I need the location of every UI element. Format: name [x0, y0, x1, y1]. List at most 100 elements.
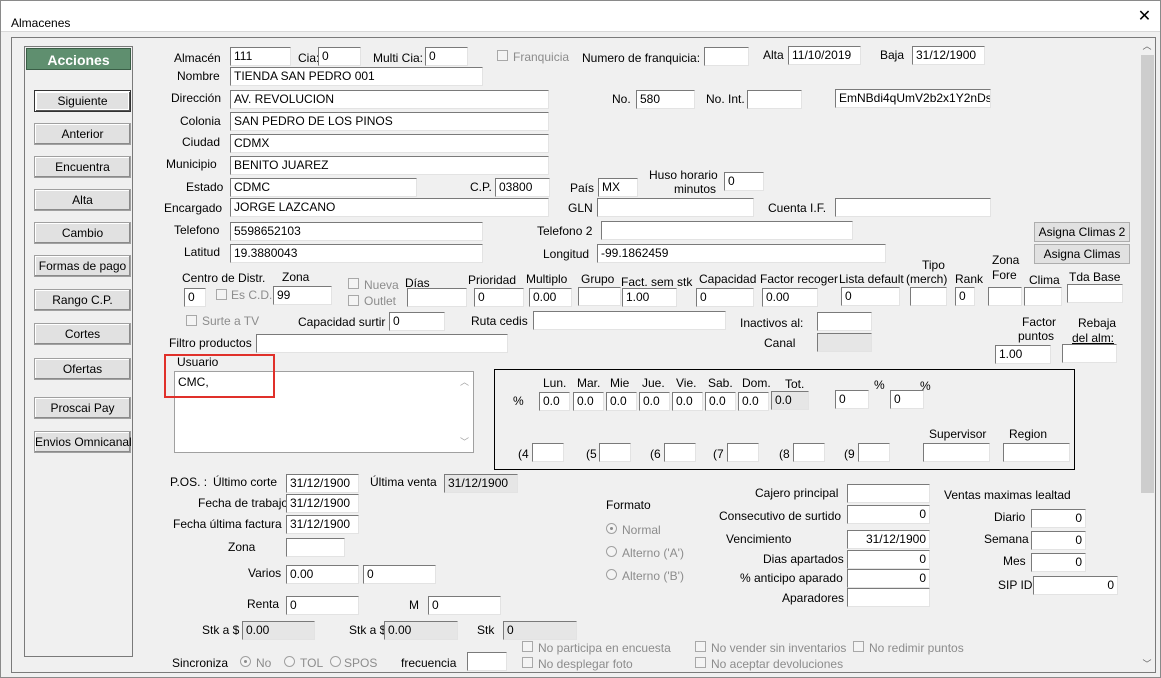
cia-field[interactable]: 0	[318, 47, 361, 66]
multiplo-field[interactable]: 0.00	[529, 288, 572, 307]
no-aceptar-checkbox[interactable]	[695, 657, 706, 668]
rebaja-field[interactable]	[1062, 344, 1117, 363]
m-field[interactable]: 0	[428, 596, 501, 615]
factor-puntos-field[interactable]: 1.00	[995, 345, 1051, 364]
formato-alterno-a-radio[interactable]	[606, 546, 617, 557]
cajero-field[interactable]	[847, 484, 930, 503]
anterior-button[interactable]: Anterior	[34, 123, 131, 145]
zona-field[interactable]: 99	[273, 286, 332, 305]
encuentra-button[interactable]: Encuentra	[34, 156, 131, 178]
alta-field[interactable]: 11/10/2019	[788, 46, 861, 65]
ruta-cedis-field[interactable]	[533, 311, 726, 330]
sab-field[interactable]: 0.0	[705, 392, 736, 411]
asigna-climas-button[interactable]: Asigna Climas	[1034, 244, 1130, 264]
surte-tv-checkbox[interactable]	[186, 315, 197, 326]
zona-fore-field[interactable]	[988, 287, 1022, 306]
sip-id-field[interactable]: 0	[1033, 576, 1118, 595]
grupo-field[interactable]	[578, 287, 621, 306]
mes-field[interactable]: 0	[1031, 553, 1086, 572]
telefono-field[interactable]: 5598652103	[230, 222, 483, 241]
clima-field[interactable]	[1024, 287, 1062, 306]
cuenta-if-field[interactable]	[835, 198, 991, 217]
no-vender-checkbox[interactable]	[695, 641, 706, 652]
sincroniza-tol-radio[interactable]	[284, 656, 295, 667]
jue-field[interactable]: 0.0	[639, 392, 670, 411]
close-icon[interactable]: ✕	[1129, 1, 1160, 32]
filtro-field[interactable]	[256, 334, 508, 353]
no-desplegar-checkbox[interactable]	[522, 657, 533, 668]
baja-field[interactable]: 31/12/1900	[912, 46, 985, 65]
franquicia-checkbox[interactable]	[497, 50, 508, 61]
rango-cp-button[interactable]: Rango C.P.	[34, 289, 131, 311]
gln-field[interactable]	[597, 198, 754, 217]
frecuencia-field[interactable]	[467, 652, 507, 671]
varios1-field[interactable]: 0.00	[286, 565, 359, 584]
num-franquicia-field[interactable]	[704, 47, 749, 66]
mar-field[interactable]: 0.0	[573, 392, 604, 411]
multi-cia-field[interactable]: 0	[425, 47, 468, 66]
municipio-field[interactable]: BENITO JUAREZ	[230, 156, 549, 175]
p4-field[interactable]	[532, 443, 564, 462]
ofertas-button[interactable]: Ofertas	[34, 358, 131, 380]
pct2-field[interactable]: 0	[890, 390, 924, 409]
pct1-field[interactable]: 0	[835, 390, 869, 409]
fecha-trabajo-field[interactable]: 31/12/1900	[286, 494, 359, 513]
huso-field[interactable]: 0	[724, 172, 764, 191]
ciudad-field[interactable]: CDMX	[230, 134, 549, 153]
ultimo-corte-field[interactable]: 31/12/1900	[286, 474, 359, 493]
pais-field[interactable]: MX	[598, 178, 638, 197]
renta-field[interactable]: 0	[286, 596, 359, 615]
fecha-factura-field[interactable]: 31/12/1900	[286, 515, 359, 534]
scroll-down-icon[interactable]: ﹀	[460, 435, 469, 448]
capacidad-field[interactable]: 0	[696, 288, 754, 307]
centro-field[interactable]: 0	[184, 288, 206, 307]
cp-field[interactable]: 03800	[495, 178, 550, 197]
rank-field[interactable]: 0	[955, 287, 975, 306]
varios2-field[interactable]: 0	[363, 565, 436, 584]
no-field[interactable]: 580	[636, 90, 695, 109]
semana-field[interactable]: 0	[1031, 531, 1086, 550]
fact-sem-field[interactable]: 1.00	[622, 288, 677, 307]
scroll-up-icon[interactable]: ︿	[460, 375, 469, 388]
diario-field[interactable]: 0	[1031, 509, 1086, 528]
tda-base-field[interactable]	[1067, 284, 1123, 303]
cap-surtir-field[interactable]: 0	[389, 312, 445, 331]
sincroniza-no-radio[interactable]	[240, 656, 251, 667]
no-int-field[interactable]	[747, 90, 802, 109]
anticipo-field[interactable]: 0	[847, 569, 930, 588]
direccion-field[interactable]: AV. REVOLUCION	[230, 90, 549, 109]
cortes-button[interactable]: Cortes	[34, 323, 131, 345]
estado-field[interactable]: CDMC	[230, 178, 417, 197]
telefono2-field[interactable]	[601, 221, 853, 240]
inactivos-field[interactable]	[817, 312, 872, 331]
almacen-field[interactable]: 111	[230, 47, 291, 66]
lista-default-field[interactable]: 0	[841, 287, 900, 306]
outlet-checkbox[interactable]	[348, 295, 359, 306]
p5-field[interactable]	[599, 443, 631, 462]
mie-field[interactable]: 0.0	[606, 392, 637, 411]
nueva-checkbox[interactable]	[348, 278, 359, 289]
aparadores-field[interactable]	[847, 588, 930, 607]
dias-apartados-field[interactable]: 0	[847, 550, 930, 569]
siguiente-button[interactable]: Siguiente	[34, 90, 131, 112]
no-participa-checkbox[interactable]	[522, 641, 533, 652]
p6-field[interactable]	[664, 443, 696, 462]
region-field[interactable]	[1003, 443, 1070, 462]
prioridad-field[interactable]: 0	[474, 288, 524, 307]
consecutivo-field[interactable]: 0	[847, 505, 930, 524]
p9-field[interactable]	[858, 443, 890, 462]
encargado-field[interactable]: JORGE LAZCANO	[230, 198, 549, 217]
formas-de-pago-button[interactable]: Formas de pago	[34, 255, 131, 277]
cambio-button[interactable]: Cambio	[34, 222, 131, 244]
clave-field[interactable]: EmNBdi4qUmV2b2x1Y2nDs2	[835, 89, 991, 108]
lun-field[interactable]: 0.0	[539, 392, 570, 411]
vertical-scrollbar[interactable]: ︿ ﹀	[1139, 38, 1155, 672]
dias-field[interactable]	[407, 288, 467, 307]
es-cd-checkbox[interactable]	[216, 289, 227, 300]
nombre-field[interactable]: TIENDA SAN PEDRO 001	[230, 67, 483, 86]
usuario-scrollbar[interactable]: ︿ ﹀	[456, 372, 473, 452]
colonia-field[interactable]: SAN PEDRO DE LOS PINOS	[230, 112, 549, 131]
p8-field[interactable]	[793, 443, 825, 462]
vencimiento-field[interactable]: 31/12/1900	[847, 530, 930, 549]
scroll-down-arrow-icon[interactable]: ﹀	[1139, 656, 1155, 672]
